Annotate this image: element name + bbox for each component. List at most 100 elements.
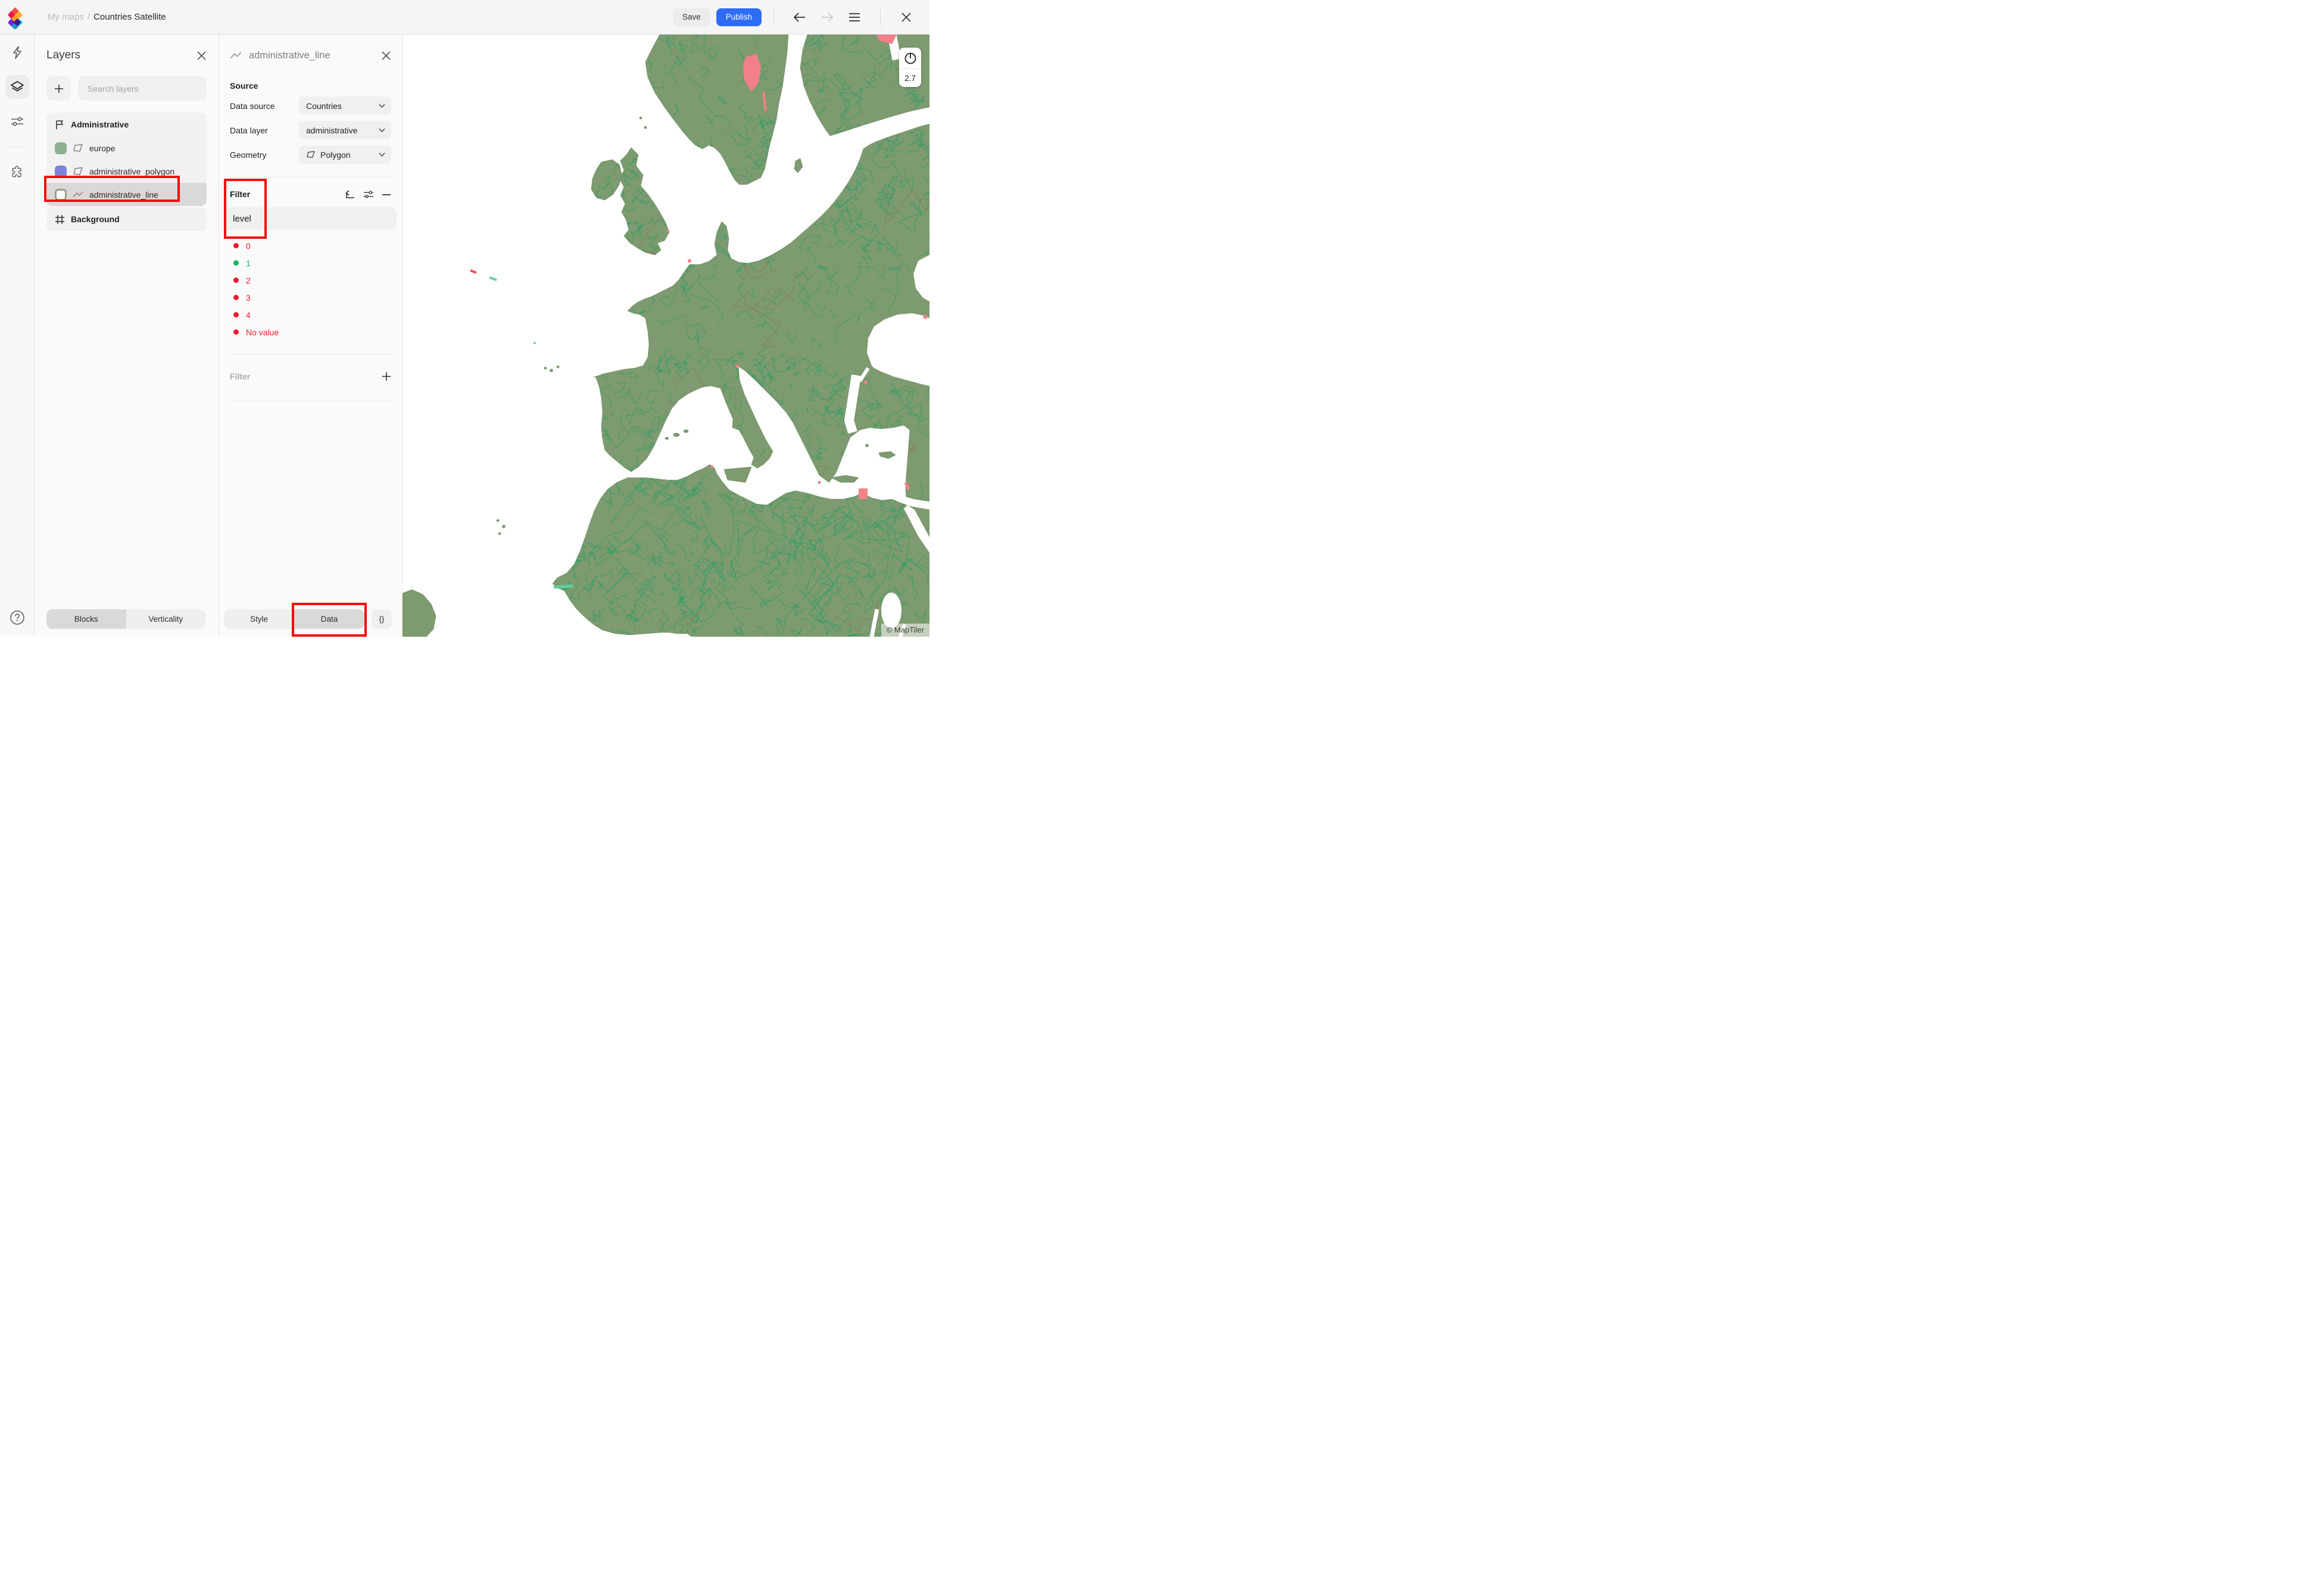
- world-map-graphic: [403, 35, 929, 637]
- background-row[interactable]: Background: [46, 207, 207, 231]
- geometry-value: Polygon: [320, 149, 351, 160]
- value-label: No value: [246, 327, 279, 337]
- island-gotland: [794, 158, 803, 173]
- filter-value-3[interactable]: 3: [230, 289, 391, 306]
- filter-value-0[interactable]: 0: [230, 237, 391, 254]
- source-heading: Source: [230, 81, 258, 91]
- map-zoom-card: 2.7: [899, 48, 921, 87]
- layer-swatch-administrative-polygon: [55, 165, 67, 177]
- value-dot: [233, 243, 239, 248]
- layer-search-box: [78, 76, 207, 101]
- plugins-puzzle-icon[interactable]: [5, 160, 29, 184]
- layer-swatch-administrative-line: [55, 188, 67, 201]
- settings-sliders-icon[interactable]: [5, 110, 29, 133]
- value-label: 3: [246, 292, 251, 303]
- group-label: Administrative: [71, 120, 129, 129]
- polygon-geometry-icon: [307, 151, 315, 158]
- data-source-label: Data source: [230, 101, 275, 111]
- filter-revert-icon[interactable]: [345, 189, 355, 199]
- filter-remove-icon[interactable]: [382, 190, 391, 199]
- breadcrumb-my-maps[interactable]: My maps: [48, 12, 84, 22]
- layer-row-administrative-line[interactable]: administrative_line: [46, 183, 207, 206]
- filter-field-value: level: [233, 213, 251, 224]
- filter-value-novalue[interactable]: No value: [230, 323, 391, 341]
- left-icon-rail: [0, 35, 35, 637]
- data-source-value: Countries: [306, 101, 342, 111]
- tab-data[interactable]: Data: [294, 609, 364, 629]
- layer-row-administrative-polygon[interactable]: administrative_polygon: [46, 160, 207, 183]
- compass-clock-icon[interactable]: [899, 48, 921, 69]
- value-label: 1: [246, 258, 251, 268]
- toolbar-divider: [773, 8, 774, 26]
- value-label: 4: [246, 310, 251, 320]
- top-bar: My maps / Countries Satellite Save Publi…: [0, 0, 929, 35]
- filter-value-2[interactable]: 2: [230, 272, 391, 289]
- filter-field-level[interactable]: level: [224, 207, 397, 230]
- data-layer-label: Data layer: [230, 125, 268, 135]
- map-attribution[interactable]: © MapTiler: [881, 624, 929, 637]
- toolbar-divider-2: [880, 8, 881, 26]
- json-editor-button[interactable]: {}: [372, 609, 392, 629]
- save-button[interactable]: Save: [672, 8, 710, 26]
- value-dot: [233, 329, 239, 335]
- search-input[interactable]: [78, 83, 207, 94]
- page-title: Countries Satellite: [93, 12, 166, 22]
- geometry-select[interactable]: Polygon: [299, 145, 391, 164]
- inspector-close-icon[interactable]: [381, 51, 391, 61]
- chevron-down-icon: [379, 152, 385, 157]
- line-geometry-icon: [230, 52, 242, 58]
- quick-actions-icon[interactable]: [5, 40, 29, 64]
- data-layer-value: administrative: [306, 125, 358, 135]
- background-label: Background: [71, 214, 120, 224]
- redo-arrow-icon[interactable]: [817, 7, 837, 27]
- geometry-label: Geometry: [230, 149, 267, 160]
- tab-verticality[interactable]: Verticality: [126, 609, 205, 629]
- administrative-group: Administrative europe administrative_pol…: [46, 113, 207, 206]
- data-source-select[interactable]: Countries: [299, 96, 391, 115]
- add-filter-icon[interactable]: [382, 372, 391, 381]
- menu-icon[interactable]: [844, 7, 865, 27]
- filter-add-heading: Filter: [230, 372, 251, 381]
- inspector-layer-title: administrative_line: [249, 49, 330, 61]
- tab-style[interactable]: Style: [224, 609, 294, 629]
- publish-button[interactable]: Publish: [716, 8, 762, 26]
- breadcrumb: My maps / Countries Satellite: [48, 12, 166, 22]
- layer-label: administrative_line: [89, 189, 158, 200]
- data-layer-select[interactable]: administrative: [299, 121, 391, 139]
- help-icon[interactable]: [5, 606, 29, 630]
- polygon-geometry-icon: [73, 144, 83, 152]
- value-dot: [233, 295, 239, 300]
- layers-panel-close-icon[interactable]: [196, 51, 207, 61]
- layers-bottom-tabs: Blocks Verticality: [46, 609, 205, 629]
- close-editor-icon[interactable]: [896, 7, 916, 27]
- map-editor-app: My maps / Countries Satellite Save Publi…: [0, 0, 929, 637]
- layer-label: europe: [89, 143, 116, 153]
- add-layer-button[interactable]: [46, 76, 71, 101]
- undo-arrow-icon[interactable]: [790, 7, 810, 27]
- value-dot: [233, 278, 239, 283]
- polygon-geometry-icon: [73, 167, 83, 175]
- map-canvas[interactable]: 2.7 © MapTiler: [403, 35, 929, 637]
- filter-values-list: 0 1 2 3 4 No value: [230, 237, 391, 341]
- layers-panel-icon[interactable]: [5, 75, 29, 99]
- maptiler-logo-icon[interactable]: [8, 5, 29, 29]
- value-label: 0: [246, 241, 251, 251]
- layer-row-europe[interactable]: europe: [46, 136, 207, 160]
- filter-heading: Filter: [230, 189, 251, 199]
- layer-swatch-europe: [55, 142, 67, 154]
- value-dot: [233, 312, 239, 317]
- filter-value-1[interactable]: 1: [230, 254, 391, 272]
- layer-label: administrative_polygon: [89, 166, 175, 176]
- group-header-administrative[interactable]: Administrative: [46, 113, 207, 136]
- value-label: 2: [246, 275, 251, 285]
- zoom-level-indicator: 2.7: [904, 73, 916, 83]
- line-geometry-icon: [73, 191, 83, 197]
- filter-adjust-icon[interactable]: [363, 190, 374, 199]
- tab-blocks[interactable]: Blocks: [46, 609, 126, 629]
- layers-panel-title: Layers: [46, 49, 81, 61]
- background-grid-icon: [55, 214, 64, 224]
- layers-panel: Layers Administrative europe: [35, 35, 219, 637]
- inspector-bottom-tabs: Style Data: [224, 609, 364, 629]
- layer-inspector-panel: administrative_line Source Data source C…: [219, 35, 403, 637]
- filter-value-4[interactable]: 4: [230, 306, 391, 323]
